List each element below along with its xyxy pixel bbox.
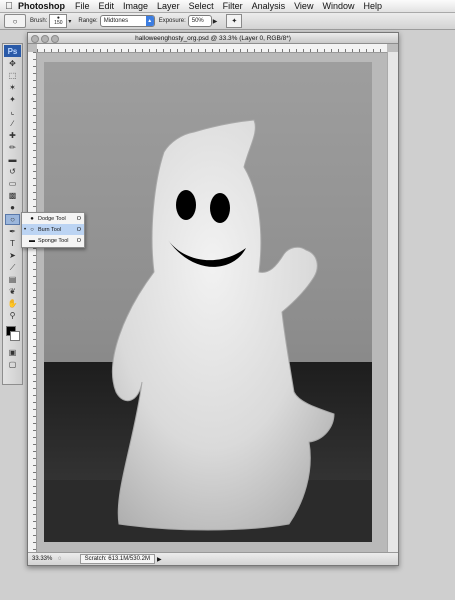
marquee-tool-icon[interactable]: ⬚ xyxy=(5,70,20,81)
status-bar: 33.33% ◌ Scratch: 613.1M/530.2M ▶ xyxy=(28,552,398,565)
zoom-tool-icon[interactable]: ⚲ xyxy=(5,310,20,321)
eyedropper-tool-icon[interactable]: ❦ xyxy=(5,286,20,297)
exposure-value: 50% xyxy=(191,18,204,24)
healing-brush-tool-icon[interactable]: ✚ xyxy=(5,130,20,141)
exposure-label: Exposure: xyxy=(158,18,186,24)
menu-edit[interactable]: Edit xyxy=(99,1,115,11)
flyout-item-dodge[interactable]: ● Dodge Tool O xyxy=(22,213,84,224)
horizontal-ruler[interactable] xyxy=(37,44,387,53)
crop-tool-icon[interactable]: ⌞ xyxy=(5,106,20,117)
minimize-window-icon[interactable] xyxy=(41,35,49,43)
menu-window[interactable]: Window xyxy=(322,1,354,11)
flyout-label: Dodge Tool xyxy=(38,215,66,222)
apple-icon[interactable]:  xyxy=(0,1,18,12)
menu-layer[interactable]: Layer xyxy=(157,1,180,11)
vertical-scrollbar[interactable] xyxy=(387,52,398,552)
exposure-slider-icon[interactable]: ▶ xyxy=(213,18,218,25)
magic-wand-tool-icon[interactable]: ✦ xyxy=(5,94,20,105)
airbrush-icon: ✦ xyxy=(231,18,238,25)
brush-dropdown-icon[interactable]: ▾ xyxy=(68,18,71,25)
range-label: Range: xyxy=(78,18,98,24)
burn-tool-icon: ○ xyxy=(30,226,34,233)
toolbox: Ps ✥ ⬚ ✶ ✦ ⌞ ∕ ✚ ✏ ▬ ↺ ▭ ▩ ● ○ ✒ T ➤ ⟋ ▤… xyxy=(2,43,23,385)
slice-tool-icon[interactable]: ∕ xyxy=(5,118,20,129)
sponge-tool-icon: ▬ xyxy=(29,237,35,244)
burn-tool-icon[interactable]: ○ xyxy=(5,214,20,225)
background-color-swatch[interactable] xyxy=(10,331,20,341)
vertical-ruler[interactable] xyxy=(28,52,37,552)
close-window-icon[interactable] xyxy=(31,35,39,43)
lasso-tool-icon[interactable]: ✶ xyxy=(5,82,20,93)
history-brush-tool-icon[interactable]: ↺ xyxy=(5,166,20,177)
zoom-window-icon[interactable] xyxy=(51,35,59,43)
zoom-level[interactable]: 33.33% xyxy=(28,556,58,562)
flyout-shortcut: O xyxy=(76,237,81,244)
options-bar: ○ Brush: ● 150 ▾ Range: Midtones ▲ Expos… xyxy=(0,13,455,30)
ghost-photo xyxy=(44,62,372,542)
brush-label: Brush: xyxy=(30,18,48,24)
dodge-tool-icon: ● xyxy=(30,215,34,222)
toning-tools-flyout: ● Dodge Tool O • ○ Burn Tool O ▬ Sponge … xyxy=(21,212,85,248)
quick-mask-icon[interactable]: ▣ xyxy=(5,347,20,358)
photo-canvas[interactable] xyxy=(44,62,372,542)
menu-file[interactable]: File xyxy=(75,1,90,11)
type-tool-icon[interactable]: T xyxy=(5,238,20,249)
status-menu-icon[interactable]: ◌ xyxy=(58,556,62,562)
range-chevron-icon: ▲ xyxy=(145,16,154,26)
document-titlebar[interactable]: halloweenghosty_org.psd @ 33.3% (Layer 0… xyxy=(28,33,398,44)
screen-mode-icon[interactable]: ▢ xyxy=(5,359,20,370)
tool-preset-picker[interactable]: ○ xyxy=(4,14,26,28)
window-controls xyxy=(31,35,59,43)
pen-tool-icon[interactable]: ✒ xyxy=(5,226,20,237)
status-popup-arrow-icon[interactable]: ▶ xyxy=(157,556,162,563)
gradient-tool-icon[interactable]: ▩ xyxy=(5,190,20,201)
menu-app-name[interactable]: Photoshop xyxy=(18,1,65,11)
status-info: Scratch: 613.1M/530.2M xyxy=(79,554,155,564)
ghost-right-eye xyxy=(210,193,230,223)
blur-tool-icon[interactable]: ● xyxy=(5,202,20,213)
flyout-label: Burn Tool xyxy=(38,226,62,233)
range-value: Midtones xyxy=(103,18,129,24)
flyout-shortcut: O xyxy=(76,226,81,233)
range-select[interactable]: Midtones ▲ xyxy=(99,15,155,27)
brush-size: 150 xyxy=(54,20,63,26)
brush-tool-icon[interactable]: ✏ xyxy=(5,142,20,153)
ghost-left-eye xyxy=(176,190,196,220)
notes-tool-icon[interactable]: ▤ xyxy=(5,274,20,285)
clone-stamp-tool-icon[interactable]: ▬ xyxy=(5,154,20,165)
move-tool-icon[interactable]: ✥ xyxy=(5,58,20,69)
flyout-label: Sponge Tool xyxy=(38,237,69,244)
ps-logo[interactable]: Ps xyxy=(4,45,21,57)
menu-filter[interactable]: Filter xyxy=(223,1,243,11)
flyout-shortcut: O xyxy=(76,215,81,222)
flyout-item-sponge[interactable]: ▬ Sponge Tool O xyxy=(22,235,84,246)
brush-picker[interactable]: ● 150 xyxy=(49,14,68,28)
eraser-tool-icon[interactable]: ▭ xyxy=(5,178,20,189)
document-title: halloweenghosty_org.psd @ 33.3% (Layer 0… xyxy=(135,34,291,42)
exposure-field[interactable]: 50% xyxy=(187,15,212,27)
line-tool-icon[interactable]: ⟋ xyxy=(5,262,20,273)
airbrush-toggle[interactable]: ✦ xyxy=(226,14,243,28)
menu-analysis[interactable]: Analysis xyxy=(252,1,286,11)
path-selection-tool-icon[interactable]: ➤ xyxy=(5,250,20,261)
burn-tool-icon: ○ xyxy=(12,16,18,26)
color-swatches xyxy=(3,322,22,346)
flyout-item-burn[interactable]: • ○ Burn Tool O xyxy=(22,224,84,235)
menu-image[interactable]: Image xyxy=(123,1,148,11)
hand-tool-icon[interactable]: ✋ xyxy=(5,298,20,309)
menu-view[interactable]: View xyxy=(294,1,313,11)
menu-select[interactable]: Select xyxy=(189,1,214,11)
menu-bar:  Photoshop File Edit Image Layer Select… xyxy=(0,0,455,13)
menu-help[interactable]: Help xyxy=(363,1,382,11)
